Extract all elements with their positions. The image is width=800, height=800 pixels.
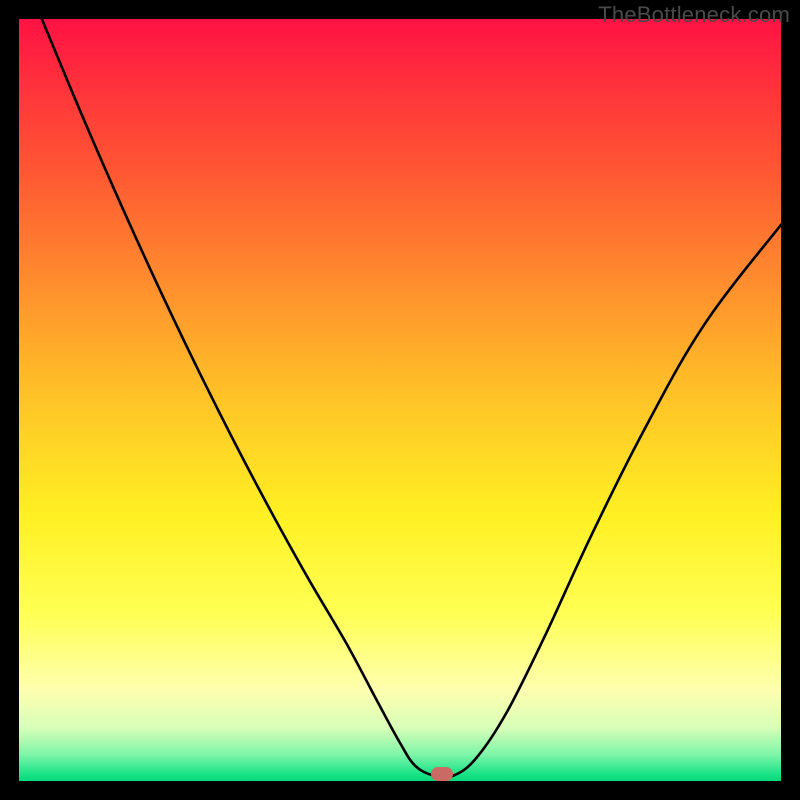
chart-frame: TheBottleneck.com	[0, 0, 800, 800]
watermark-text: TheBottleneck.com	[598, 2, 790, 28]
plot-area	[19, 19, 781, 781]
bottleneck-curve	[19, 19, 781, 781]
optimum-marker	[431, 767, 453, 781]
curve-path	[42, 19, 781, 778]
